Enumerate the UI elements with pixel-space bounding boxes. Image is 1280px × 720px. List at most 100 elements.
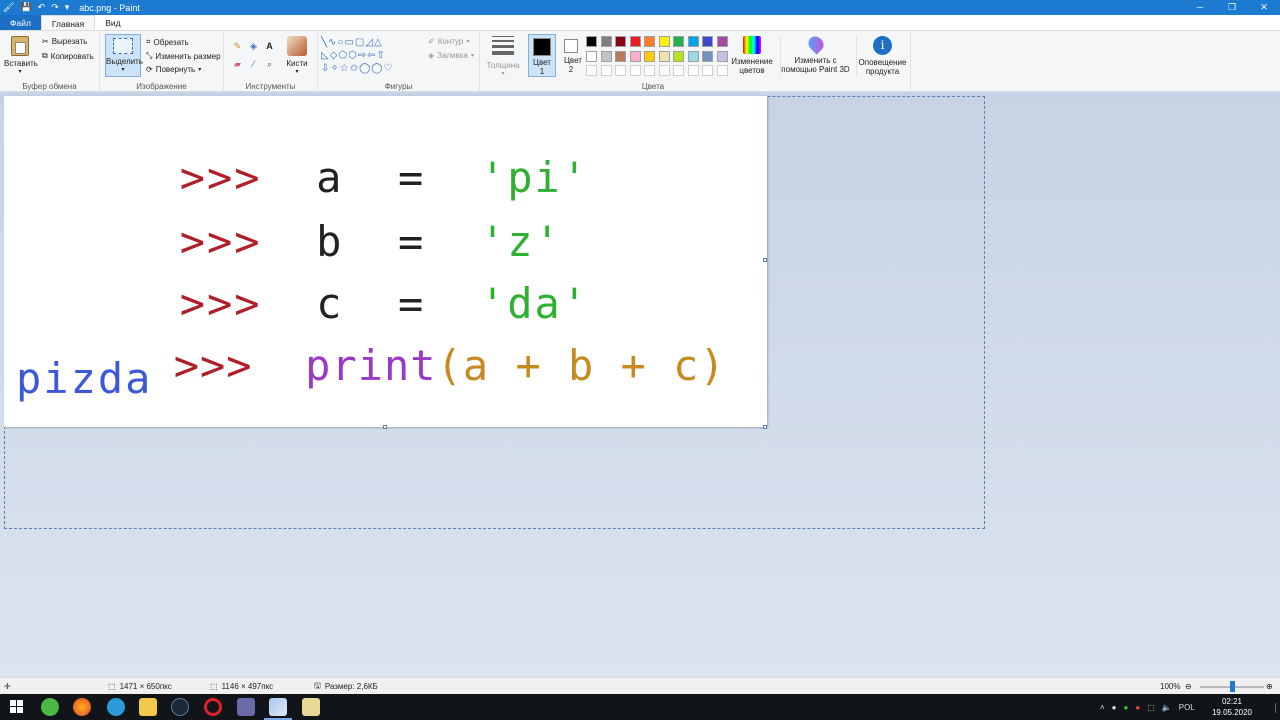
- tab-file[interactable]: Файл: [0, 15, 41, 30]
- palette-empty-swatch[interactable]: [673, 65, 684, 76]
- canvas-workspace[interactable]: >>> a = 'pi' >>> b = 'z' >>> c = 'da' >>…: [0, 93, 1280, 677]
- tab-view[interactable]: Вид: [95, 15, 130, 30]
- tab-home[interactable]: Главная: [40, 15, 96, 30]
- clock[interactable]: 02:21 19.05.2020: [1212, 696, 1252, 718]
- close-button[interactable]: ✕: [1248, 0, 1280, 15]
- palette-swatch[interactable]: [716, 36, 728, 47]
- customize-quick-access-icon[interactable]: ▾: [65, 0, 70, 15]
- palette-swatch[interactable]: [586, 50, 597, 62]
- windows-start-icon[interactable]: [10, 700, 23, 713]
- palette-empty-swatch[interactable]: [716, 65, 728, 76]
- chrome-tray-icon[interactable]: ●: [1135, 703, 1140, 712]
- outline-button[interactable]: ✐ Контур ▾: [428, 37, 469, 46]
- minimize-button[interactable]: ─: [1184, 0, 1216, 15]
- color-picker-icon[interactable]: ⁄: [248, 59, 259, 70]
- crop-button[interactable]: ⌗ Обрезать: [146, 37, 189, 47]
- selection-size-cell: ⬚ 1471 × 650пкс: [108, 678, 172, 695]
- color2-button[interactable]: Цвет 2: [558, 34, 584, 74]
- palette-swatch[interactable]: [600, 50, 612, 62]
- palette-empty-swatch[interactable]: [586, 65, 597, 76]
- edit-colors-button[interactable]: Изменение цветов: [730, 36, 774, 75]
- palette-swatch[interactable]: [658, 50, 670, 62]
- clock-time: 02:21: [1221, 697, 1242, 706]
- language-indicator[interactable]: POL: [1179, 703, 1195, 712]
- rotate-button[interactable]: ⟳ Повернуть ▾: [146, 65, 201, 74]
- pencil-icon[interactable]: ✎: [232, 41, 243, 52]
- fill-bucket-icon[interactable]: ◈: [248, 41, 259, 52]
- palette-swatch[interactable]: [687, 36, 699, 47]
- palette-empty-swatch[interactable]: [658, 65, 670, 76]
- palette-swatch[interactable]: [716, 50, 728, 62]
- redo-icon[interactable]: ↷: [51, 0, 59, 15]
- image-canvas[interactable]: >>> a = 'pi' >>> b = 'z' >>> c = 'da' >>…: [4, 96, 767, 427]
- palette-swatch[interactable]: [673, 36, 684, 47]
- palette-swatch[interactable]: [702, 50, 713, 62]
- palette-empty-swatch[interactable]: [615, 65, 626, 76]
- palette-swatch[interactable]: [615, 36, 626, 47]
- clock-date: 19.05.2020: [1211, 708, 1252, 717]
- magnifier-icon[interactable]: ⌕: [264, 59, 275, 70]
- canvas-resize-handle-bottom[interactable]: [383, 425, 387, 429]
- cut-button[interactable]: ✂ Вырезать: [42, 37, 87, 46]
- paste-button[interactable]: Вставить ▾: [4, 36, 38, 77]
- palette-swatch[interactable]: [673, 50, 684, 62]
- resize-button[interactable]: ⤡ Изменить размер: [146, 51, 221, 61]
- palette-swatch[interactable]: [629, 50, 641, 62]
- palette-swatch[interactable]: [600, 36, 612, 47]
- product-alert-button[interactable]: i Оповещение продукта: [856, 36, 908, 76]
- opera-icon[interactable]: [204, 698, 222, 716]
- network-icon[interactable]: ⬚: [1147, 703, 1155, 712]
- zoom-in-icon[interactable]: ⊕: [1266, 678, 1273, 695]
- show-hidden-icons-icon[interactable]: ˄: [1100, 703, 1105, 712]
- info-icon: i: [873, 36, 892, 55]
- zoom-out-icon[interactable]: ⊖: [1185, 678, 1192, 695]
- file-explorer-icon[interactable]: [139, 698, 157, 716]
- palette-swatch[interactable]: [586, 36, 597, 47]
- palette-empty-swatch[interactable]: [702, 65, 713, 76]
- palette-swatch[interactable]: [644, 50, 655, 62]
- save-icon[interactable]: 💾: [20, 0, 31, 15]
- paint-taskbar-icon[interactable]: [269, 698, 287, 716]
- palette-swatch[interactable]: [615, 50, 626, 62]
- shapes-gallery[interactable]: ╲∿○▭▢◿△ ◺◇⬠⬡⇨⇦⇧ ⇩✧☆✩◯◯♡: [321, 36, 421, 76]
- palette-empty-swatch[interactable]: [629, 65, 641, 76]
- fill-button[interactable]: ◈ Заливка ▾: [428, 51, 474, 60]
- torrent-app-icon[interactable]: [41, 698, 59, 716]
- brushes-button[interactable]: Кисти ▾: [282, 36, 312, 77]
- firefox-icon[interactable]: [73, 698, 91, 716]
- paint3d-button[interactable]: Изменить с помощью Paint 3D: [780, 33, 850, 74]
- eraser-icon[interactable]: ▰: [232, 59, 243, 70]
- text-icon[interactable]: A: [264, 41, 275, 52]
- resize-label: Изменить размер: [155, 51, 221, 61]
- palette-swatch[interactable]: [702, 36, 713, 47]
- maximize-button[interactable]: ❐: [1216, 0, 1248, 15]
- color1-button[interactable]: Цвет 1: [528, 34, 556, 77]
- microphone-icon[interactable]: ●: [1112, 703, 1117, 712]
- copy-icon: ⧉: [42, 51, 48, 60]
- color2-swatch: [564, 39, 578, 53]
- undo-icon[interactable]: ↶: [38, 0, 46, 15]
- telegram-icon[interactable]: [107, 698, 125, 716]
- palette-empty-swatch[interactable]: [600, 65, 612, 76]
- prompt-text: >>>: [173, 341, 253, 390]
- select-button[interactable]: Выделить ▾: [105, 34, 143, 77]
- palette-empty-swatch[interactable]: [644, 65, 655, 76]
- thickness-button[interactable]: Толщина ▾: [484, 36, 522, 79]
- volume-icon[interactable]: 🔈: [1162, 703, 1172, 712]
- shapes-row-3: ⇩✧☆✩◯◯♡: [321, 63, 394, 74]
- steam-icon[interactable]: [171, 698, 189, 716]
- canvas-resize-handle-right[interactable]: [763, 258, 767, 262]
- green-status-icon[interactable]: ●: [1124, 703, 1129, 712]
- show-desktop-button[interactable]: [1275, 703, 1276, 713]
- palette-swatch[interactable]: [644, 36, 655, 47]
- palette-empty-swatch[interactable]: [687, 65, 699, 76]
- zoom-slider-thumb[interactable]: [1229, 681, 1235, 692]
- palette-swatch[interactable]: [687, 50, 699, 62]
- notepad-icon[interactable]: [302, 698, 320, 716]
- canvas-resize-handle-corner[interactable]: [763, 425, 767, 429]
- mail-app-icon[interactable]: [237, 698, 255, 716]
- palette-swatch[interactable]: [658, 36, 670, 47]
- copy-button[interactable]: ⧉ Копировать: [42, 51, 94, 61]
- brushes-label: Кисти: [286, 59, 308, 68]
- palette-swatch[interactable]: [629, 36, 641, 47]
